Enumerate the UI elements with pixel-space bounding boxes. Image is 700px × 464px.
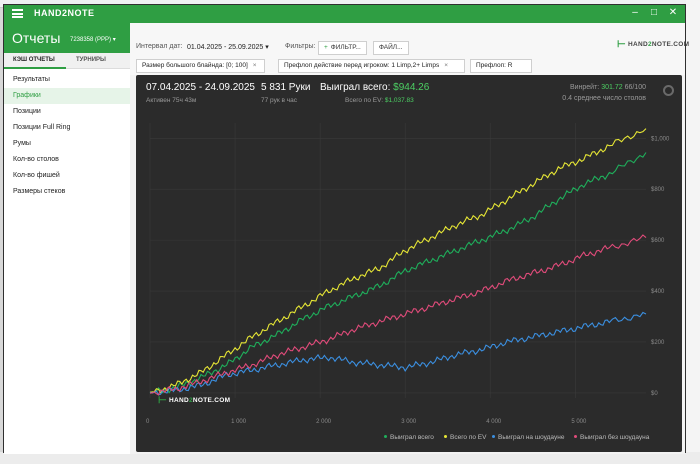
tab-cash-reports[interactable]: КЭШ ОТЧЕТЫ [13, 57, 55, 63]
legend-item-showdown[interactable]: Выиграл на шоудауне [492, 434, 564, 441]
y-tick-label: $0 [651, 391, 658, 397]
x-tick-label: 5 000 [571, 419, 587, 425]
filter-toolbar: Интервал дат: 01.04.2025 - 25.09.2025 ▾ … [130, 23, 689, 75]
title-bar: HAND2NOTE – □ ✕ [4, 5, 685, 23]
stats-ev-total: Всего по EV: $1,037.83 [345, 97, 414, 104]
hamburger-menu-icon[interactable] [12, 9, 23, 18]
sidebar-item-positions-full-ring[interactable]: Позиции Full Ring [4, 120, 130, 136]
minimize-button[interactable]: – [628, 7, 642, 18]
y-tick-label: $600 [651, 238, 665, 244]
filter-button[interactable]: + ФИЛЬТР... [318, 41, 367, 55]
y-tick-label: $1,000 [651, 136, 670, 142]
legend-item-non-showdown[interactable]: Выиграл без шоудауна [574, 434, 649, 441]
sidebar: Отчеты 7238358 (PPP) ▾ КЭШ ОТЧЕТЫ ТУРНИР… [4, 23, 130, 454]
sidebar-item-results[interactable]: Результаты [4, 72, 130, 88]
filter-chip-big-blind[interactable]: Размер большого блайнда: [0; 100] × [136, 59, 265, 73]
report-tabs: КЭШ ОТЧЕТЫ ТУРНИРЫ [4, 53, 130, 69]
close-button[interactable]: ✕ [666, 7, 680, 18]
main-content: Интервал дат: 01.04.2025 - 25.09.2025 ▾ … [130, 23, 689, 454]
x-tick-label: 3 000 [401, 419, 417, 425]
stats-hands-per-hour: 77 рук в час [261, 97, 297, 104]
x-tick-label: 2 000 [316, 419, 332, 425]
tab-tournaments[interactable]: ТУРНИРЫ [76, 57, 106, 63]
stats-avg-tables: 0.4 среднее число столов [562, 95, 646, 102]
legend-dot [574, 435, 577, 438]
series-line-3 [149, 234, 647, 396]
legend-item-ev-total[interactable]: Всего по EV [444, 434, 486, 441]
date-interval-selector[interactable]: 01.04.2025 - 25.09.2025 ▾ [187, 43, 269, 51]
app-window: HAND2NOTE – □ ✕ Отчеты 7238358 (PPP) ▾ К… [3, 4, 689, 454]
app-title: HAND2NOTE [34, 8, 95, 18]
stats-date-range: 07.04.2025 - 24.09.2025 [146, 82, 255, 93]
chart-watermark: ⊢ HAND2NOTE.COM [158, 395, 231, 406]
hand2note-logo: ⊢ HAND2NOTE.COM [617, 39, 690, 50]
maximize-button[interactable]: □ [647, 7, 661, 18]
sidebar-item-table-count[interactable]: Кол-во столов [4, 152, 130, 168]
stats-winrate: Винрейт: 301.72 66/100 [569, 84, 646, 91]
y-tick-label: $800 [651, 187, 665, 193]
y-tick-label: $200 [651, 340, 665, 346]
sidebar-item-stack-sizes[interactable]: Размеры стеков [4, 184, 130, 200]
stats-active-time: Активен 75ч 43м [146, 97, 197, 104]
series-line-2 [149, 311, 647, 396]
x-tick-label: 1 000 [231, 419, 247, 425]
legend-dot [444, 435, 447, 438]
sidebar-item-positions[interactable]: Позиции [4, 104, 130, 120]
sidebar-item-graphs[interactable]: Графики [4, 88, 130, 104]
legend-dot [492, 435, 495, 438]
gear-icon[interactable] [663, 85, 674, 96]
filters-label: Фильтры: [285, 43, 316, 50]
hand2note-logo-icon: ⊢ [158, 395, 168, 406]
sidebar-item-rooms[interactable]: Румы [4, 136, 130, 152]
y-tick-label: $400 [651, 289, 665, 295]
sidebar-header: Отчеты 7238358 (PPP) ▾ [4, 23, 130, 53]
stats-won-total: Выиграл всего: $944.26 [320, 82, 430, 93]
chip-close-icon[interactable]: × [253, 62, 257, 69]
hand2note-logo-icon: ⊢ [617, 39, 627, 50]
desktop-background-right [686, 0, 700, 464]
file-button[interactable]: ФАЙЛ... [373, 41, 409, 55]
plus-icon: + [324, 44, 328, 51]
sidebar-item-fish-count[interactable]: Кол-во фишей [4, 168, 130, 184]
stats-hands: 5 831 Руки [261, 82, 311, 93]
series-line-1 [149, 128, 647, 394]
active-tab-indicator [4, 67, 66, 69]
account-selector[interactable]: 7238358 (PPP) ▾ [70, 36, 116, 43]
x-tick-label: 4 000 [486, 419, 502, 425]
legend-dot [384, 435, 387, 438]
x-tick-label: 0 [146, 419, 150, 425]
chip-close-icon[interactable]: × [444, 62, 448, 69]
interval-label: Интервал дат: [136, 43, 183, 50]
filter-chip-preflop[interactable]: Префлоп: R [470, 59, 532, 73]
page-title: Отчеты [12, 30, 61, 46]
legend-item-won-total[interactable]: Выиграл всего [384, 434, 434, 441]
graph-panel: $0 $200 $400 $600 $800 $1,000 0 1 000 2 000 3 000… [136, 75, 682, 452]
filter-chip-preflop-before[interactable]: Префлоп действие перед игроком: 1 Limp,2… [278, 59, 465, 73]
